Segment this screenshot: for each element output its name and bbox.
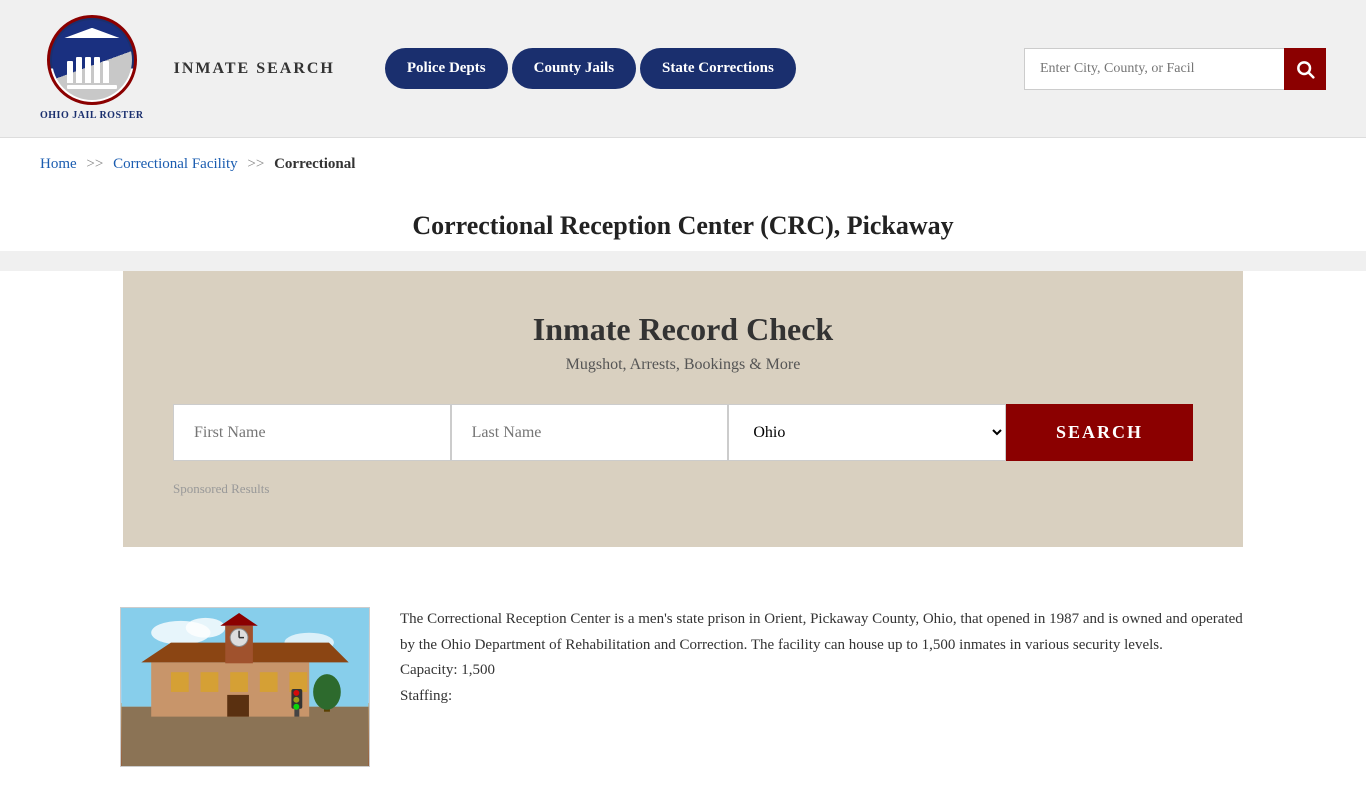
sponsored-label: Sponsored Results (173, 481, 1193, 497)
facility-image (120, 607, 370, 767)
header-search-input[interactable] (1024, 48, 1284, 90)
site-header: Ohio Jail Roster INMATE SEARCH Police De… (0, 0, 1366, 138)
record-check-form: Ohio SEARCH (173, 404, 1193, 461)
column-5 (103, 61, 109, 83)
header-search-area (1024, 48, 1326, 90)
content-area: The Correctional Reception Center is a m… (0, 577, 1366, 797)
facility-description-text: The Correctional Reception Center is a m… (400, 611, 1243, 653)
logo-text: Ohio Jail Roster (40, 109, 144, 122)
breadcrumb-sep2: >> (247, 156, 264, 172)
facility-description: The Correctional Reception Center is a m… (400, 607, 1246, 767)
breadcrumb-sep1: >> (86, 156, 103, 172)
page-title: Correctional Reception Center (CRC), Pic… (40, 211, 1326, 241)
inmate-search-label: INMATE SEARCH (174, 60, 335, 78)
column-4 (94, 57, 100, 83)
column-3 (85, 57, 91, 83)
page-title-area: Correctional Reception Center (CRC), Pic… (0, 191, 1366, 251)
breadcrumb: Home >> Correctional Facility >> Correct… (0, 138, 1366, 191)
last-name-input[interactable] (451, 404, 729, 461)
facility-staffing-label: Staffing: (400, 688, 452, 704)
state-select[interactable]: Ohio (728, 404, 1006, 461)
breadcrumb-correctional-facility[interactable]: Correctional Facility (113, 156, 238, 172)
logo-circle (47, 15, 137, 105)
column-1 (67, 61, 73, 83)
column-2 (76, 57, 82, 83)
logo-roof-icon (64, 28, 119, 38)
facility-capacity: Capacity: 1,500 (400, 662, 495, 678)
record-check-title: Inmate Record Check (173, 311, 1193, 348)
logo-inner (52, 20, 132, 100)
logo-area: Ohio Jail Roster (40, 15, 144, 122)
nav-police-depts[interactable]: Police Depts (385, 48, 508, 89)
main-nav: Police Depts County Jails State Correcti… (385, 48, 796, 89)
search-icon (1295, 59, 1315, 79)
nav-state-corrections[interactable]: State Corrections (640, 48, 796, 89)
header-search-button[interactable] (1284, 48, 1326, 90)
breadcrumb-current: Correctional (274, 156, 355, 172)
breadcrumb-home[interactable]: Home (40, 156, 77, 172)
facility-illustration (121, 608, 369, 766)
record-check-subtitle: Mugshot, Arrests, Bookings & More (173, 356, 1193, 374)
record-search-button[interactable]: SEARCH (1006, 404, 1193, 461)
record-check-section: Inmate Record Check Mugshot, Arrests, Bo… (123, 271, 1243, 547)
logo-base (67, 85, 117, 89)
nav-county-jails[interactable]: County Jails (512, 48, 636, 89)
first-name-input[interactable] (173, 404, 451, 461)
logo-columns-group (67, 57, 117, 89)
logo-columns (67, 57, 117, 83)
